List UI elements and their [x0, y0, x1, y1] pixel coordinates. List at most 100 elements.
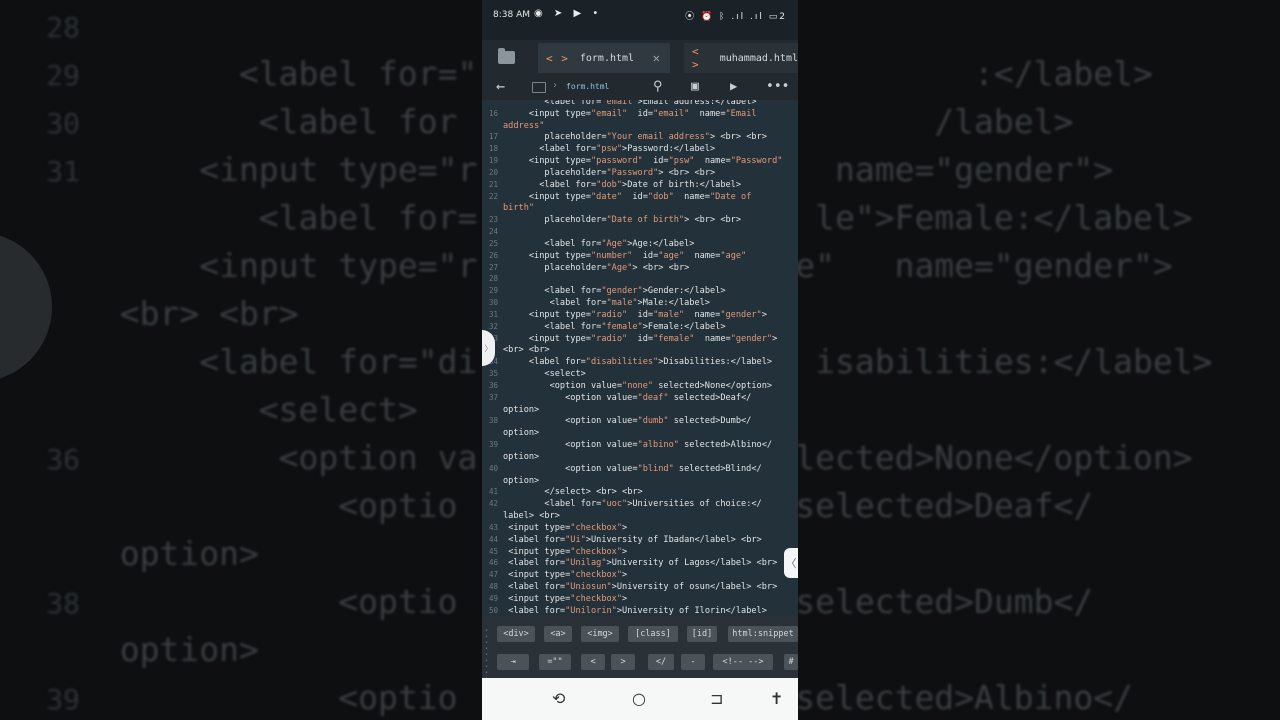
symbol-key[interactable]: <	[581, 654, 605, 670]
snippet-key[interactable]: <a>	[544, 626, 572, 642]
markup-token: > <br> <br>	[684, 215, 742, 226]
file-browser-button[interactable]	[482, 40, 530, 74]
symbol-key[interactable]: >	[611, 654, 635, 670]
code-editor[interactable]: <label for="email">Email address:</label…	[482, 100, 798, 616]
code-line[interactable]: 43 <input type="checkbox">	[482, 522, 627, 534]
code-line[interactable]: 34 <label for="disabilities">Disabilitie…	[482, 356, 772, 368]
code-line[interactable]: 32 <label for="female">Female:</label>	[482, 321, 726, 333]
back-icon[interactable]: ⊐	[710, 689, 723, 708]
code-line[interactable]: birth"	[482, 202, 534, 214]
recent-apps-icon[interactable]: ⟲	[552, 689, 565, 708]
back-arrow-icon[interactable]: ←	[496, 77, 505, 95]
code-line[interactable]: 45 <input type="checkbox">	[482, 546, 627, 558]
attr-value-token: birth"	[503, 203, 535, 214]
symbol-key[interactable]: -	[681, 654, 705, 670]
search-icon[interactable]: ⚲	[653, 79, 663, 94]
snippet-key[interactable]: [id]	[687, 626, 717, 642]
markup-token: <br> <br>	[503, 345, 550, 356]
folder-icon[interactable]	[532, 82, 546, 93]
accessibility-icon[interactable]: ✝	[770, 689, 783, 708]
code-line[interactable]: 17 placeholder="Your email address"> <br…	[482, 131, 767, 143]
code-line[interactable]: option>	[482, 404, 539, 416]
code-line[interactable]: 21 <label for="dob">Date of birth:</labe…	[482, 179, 741, 191]
code-line[interactable]: 29 <label for="gender">Gender:</label>	[482, 285, 726, 297]
symbol-key[interactable]: <!-- -->	[713, 654, 773, 670]
code-line[interactable]: 47 <input type="checkbox">	[482, 569, 627, 581]
code-line[interactable]: 44 <label for="Ui">University of Ibadan<…	[482, 534, 762, 546]
snippet-key[interactable]: <img>	[581, 626, 619, 642]
code-line[interactable]: 37 <option value="deaf" selected>Deaf</	[482, 392, 751, 404]
code-line[interactable]: 22 <input type="date" id="dob" name="Dat…	[482, 191, 751, 203]
line-number: 39	[488, 440, 498, 450]
code-line[interactable]: 28	[482, 273, 503, 285]
code-line[interactable]: 42 <label for="uoc">Universities of choi…	[482, 498, 762, 510]
code-line[interactable]: 46 <label for="Unilag">University of Lag…	[482, 557, 777, 569]
attr-value-token: "blind"	[637, 463, 674, 474]
markup-token: name=	[694, 156, 731, 167]
code-line[interactable]: 31 <input type="radio" id="male" name="g…	[482, 309, 767, 321]
symbol-key[interactable]: ⇥	[497, 654, 529, 670]
attr-value-token: "Password"	[606, 167, 659, 178]
markup-token: id=	[627, 333, 654, 344]
save-icon[interactable]: ▣	[691, 79, 699, 94]
symbol-key[interactable]: #	[784, 654, 798, 670]
code-line[interactable]: 36 <option value="none" selected>None</o…	[482, 380, 772, 392]
attr-value-token: "dumb"	[637, 416, 669, 427]
code-line[interactable]: option>	[482, 427, 539, 439]
markup-token: >Female:</label>	[642, 321, 726, 332]
code-line[interactable]: 20 placeholder="Password"> <br> <br>	[482, 167, 715, 179]
tab-label: muhammad.html	[719, 52, 798, 64]
code-line[interactable]: 48 <label for="Uniosun">University of os…	[482, 581, 777, 593]
code-line[interactable]: 40 <option value="blind" selected>Blind<…	[482, 463, 762, 475]
line-number: 16	[488, 108, 498, 118]
more-icon[interactable]: •••	[766, 79, 789, 94]
code-line[interactable]: 49 <input type="checkbox">	[482, 593, 627, 605]
attr-value-token: "gender"	[720, 309, 762, 320]
markup-token: <input type=	[528, 309, 591, 320]
code-line[interactable]: 19 <input type="password" id="psw" name=…	[482, 155, 782, 167]
snippet-key[interactable]: html:snippet	[728, 626, 798, 642]
code-line[interactable]: 18 <label for="psw">Password:</label>	[482, 143, 715, 155]
code-line[interactable]: 33 <input type="radio" id="female" name=…	[482, 333, 777, 345]
android-nav-bar: ⟲ ○ ⊐ ✝	[482, 678, 798, 720]
panel-toggle-handle[interactable]: 〈	[784, 548, 798, 578]
markup-token: <label for=	[508, 534, 566, 545]
code-line[interactable]: 50 <label for="Unilorin">University of I…	[482, 605, 767, 616]
code-line[interactable]: option>	[482, 451, 539, 463]
code-line[interactable]: 16 <input type="email" id="email" name="…	[482, 108, 757, 120]
markup-token: >	[761, 309, 767, 320]
symbol-key[interactable]: =""	[539, 654, 571, 670]
snippet-key[interactable]: [class]	[628, 626, 678, 642]
code-line[interactable]: 35 <select>	[482, 368, 586, 380]
snippet-key[interactable]: <div>	[497, 626, 535, 642]
code-line[interactable]: 38 <option value="dumb" selected>Dumb</	[482, 415, 751, 427]
attr-value-token: "radio"	[590, 309, 628, 320]
code-line[interactable]: 26 <input type="number" id="age" name="a…	[482, 250, 746, 262]
code-line[interactable]: 25 <label for="Age">Age:</label>	[482, 238, 695, 250]
code-line[interactable]: option>	[482, 475, 539, 487]
code-line[interactable]: address"	[482, 120, 544, 132]
code-line[interactable]: 24	[482, 226, 503, 238]
tab-muhammad-html[interactable]: < > muhammad.html	[684, 43, 798, 73]
tab-form-html[interactable]: < > form.html ✕	[538, 43, 670, 73]
markup-token: <label for=	[544, 286, 602, 297]
code-line[interactable]: 30 <label for="male">Male:</label>	[482, 297, 710, 309]
code-line[interactable]: label> <br>	[482, 510, 560, 522]
breadcrumb[interactable]: form.html	[566, 82, 609, 91]
code-line[interactable]: <label for="email">Email address:</label…	[482, 100, 756, 108]
home-icon[interactable]: ○	[632, 689, 646, 708]
code-line[interactable]: 39 <option value="albino" selected>Albin…	[482, 439, 772, 451]
drag-grip-icon[interactable]: • •• •• •• •• •	[485, 628, 490, 688]
symbol-key[interactable]: </	[648, 654, 674, 670]
play-icon[interactable]: ▶	[730, 79, 737, 93]
markup-token: <option value=	[565, 416, 638, 427]
code-line[interactable]: 27 placeholder="Age"> <br> <br>	[482, 262, 689, 274]
code-line[interactable]: 41 </select> <br> <br>	[482, 486, 643, 498]
attr-value-token: "dob"	[596, 179, 623, 190]
attr-value-token: "disabilities"	[585, 357, 659, 368]
code-line[interactable]: 23 placeholder="Date of birth"> <br> <br…	[482, 214, 741, 226]
close-icon[interactable]: ✕	[653, 51, 660, 65]
